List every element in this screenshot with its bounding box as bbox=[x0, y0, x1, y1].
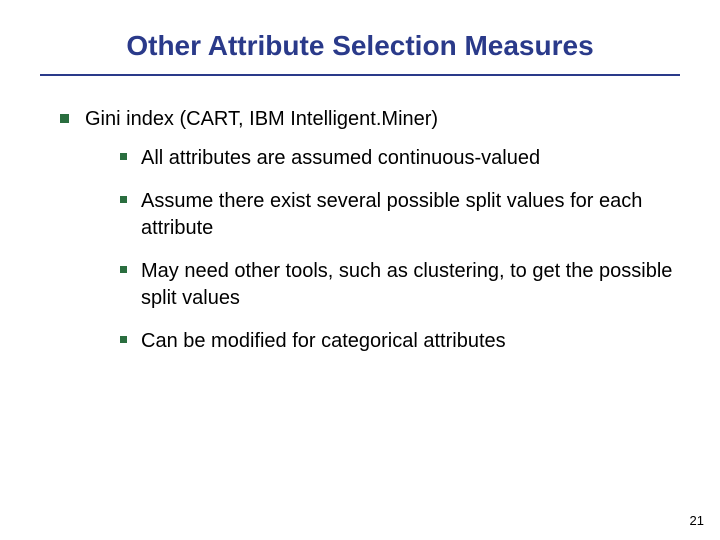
bullet-square-icon bbox=[120, 153, 127, 160]
level1-text: Gini index (CART, IBM Intelligent.Miner) bbox=[85, 106, 438, 133]
bullet-square-icon bbox=[120, 266, 127, 273]
level2-text: May need other tools, such as clustering… bbox=[141, 258, 680, 312]
list-item-level2: All attributes are assumed continuous-va… bbox=[120, 145, 680, 172]
bullet-square-icon bbox=[120, 336, 127, 343]
bullet-square-icon bbox=[60, 114, 69, 123]
bullet-square-icon bbox=[120, 196, 127, 203]
list-item-level2: May need other tools, such as clustering… bbox=[120, 258, 680, 312]
level2-text: All attributes are assumed continuous-va… bbox=[141, 145, 540, 172]
title-underline bbox=[40, 74, 680, 76]
slide-title: Other Attribute Selection Measures bbox=[40, 30, 680, 62]
list-item-level2: Can be modified for categorical attribut… bbox=[120, 328, 680, 355]
slide: Other Attribute Selection Measures Gini … bbox=[0, 0, 720, 540]
list-item-level2: Assume there exist several possible spli… bbox=[120, 188, 680, 242]
level2-text: Can be modified for categorical attribut… bbox=[141, 328, 506, 355]
list-item-level1: Gini index (CART, IBM Intelligent.Miner) bbox=[60, 106, 680, 133]
level2-text: Assume there exist several possible spli… bbox=[141, 188, 680, 242]
page-number: 21 bbox=[690, 513, 704, 528]
